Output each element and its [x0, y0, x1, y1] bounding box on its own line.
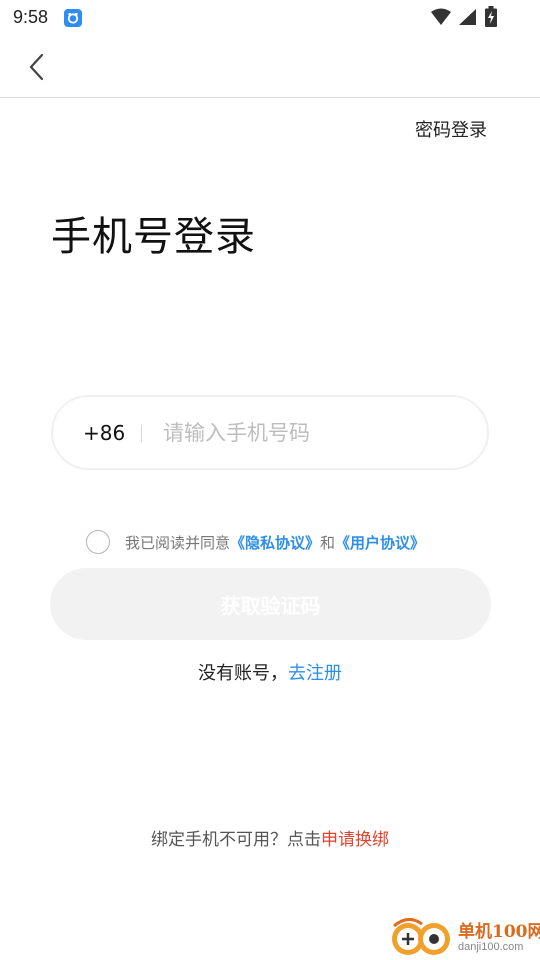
status-time: 9:58: [13, 7, 49, 27]
apply-rebind-link[interactable]: 申请换绑: [321, 830, 389, 850]
phone-number-input[interactable]: [163, 415, 463, 451]
input-divider: [141, 425, 142, 442]
app-notification-icon: [64, 9, 82, 27]
rebind-row: 绑定手机不可用？点击申请换绑: [0, 825, 540, 850]
status-bar: 9:58: [0, 0, 540, 36]
agreement-checkbox[interactable]: [86, 530, 110, 554]
phone-input-box: +86: [51, 395, 489, 470]
register-prompt: 没有账号，: [198, 663, 288, 684]
privacy-agreement-link[interactable]: 《隐私协议》: [230, 532, 320, 553]
battery-charging-icon: [484, 6, 498, 32]
chevron-left-icon: [29, 53, 44, 81]
register-row: 没有账号，去注册: [0, 659, 540, 685]
register-link[interactable]: 去注册: [288, 663, 342, 684]
agreement-row: 我已阅读并同意 《隐私协议》 和 《用户协议》: [86, 529, 425, 555]
back-button[interactable]: [22, 50, 52, 84]
password-login-link[interactable]: 密码登录: [415, 116, 487, 142]
nav-bar: [0, 36, 540, 98]
get-verification-code-button[interactable]: 获取验证码: [50, 568, 491, 640]
agreement-conjunction: 和: [320, 533, 336, 552]
page-title: 手机号登录: [51, 214, 256, 260]
signal-icon: [457, 8, 477, 30]
watermark-logo-icon: [392, 918, 450, 955]
watermark-url: danji100.com: [458, 941, 524, 953]
user-agreement-link[interactable]: 《用户协议》: [335, 532, 425, 553]
watermark: 单机100网 danji100.com: [388, 914, 540, 960]
agreement-prefix: 我已阅读并同意: [125, 533, 231, 552]
wifi-icon: [430, 8, 452, 30]
country-code-selector[interactable]: +86: [83, 421, 125, 445]
watermark-name: 单机100网: [458, 922, 540, 942]
rebind-prompt: 绑定手机不可用？点击: [151, 830, 321, 850]
